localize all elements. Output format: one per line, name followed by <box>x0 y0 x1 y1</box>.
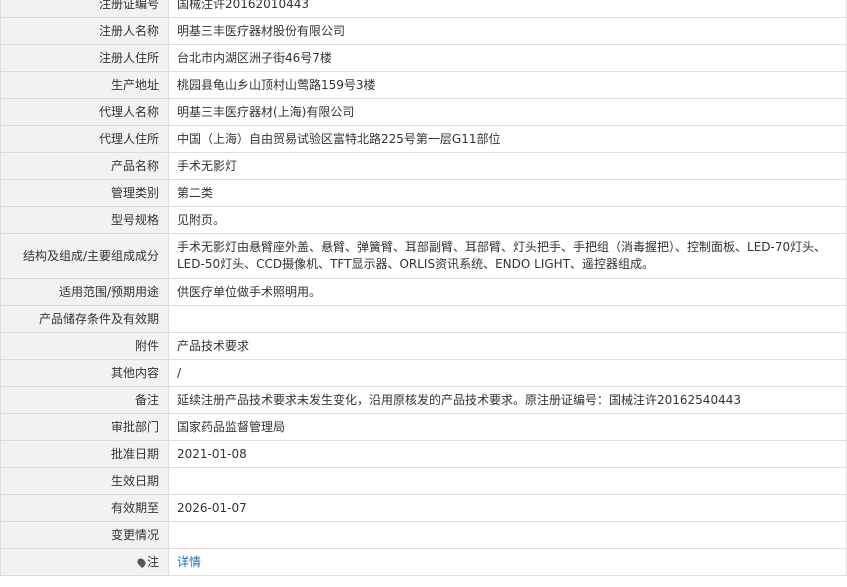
row-value-registrant-name: 明基三丰医疗器材股份有限公司 <box>168 17 847 45</box>
row-value-approval-date: 2021-01-08 <box>168 440 847 468</box>
table-row: 注册证编号 国械注许20162010443 <box>0 0 847 18</box>
row-label-registrant-address: 注册人住所 <box>0 44 169 72</box>
row-label-attachment: 附件 <box>0 332 169 360</box>
row-value-valid-until: 2026-01-07 <box>168 494 847 522</box>
row-label-product-name: 产品名称 <box>0 152 169 180</box>
table-row: 管理类别 第二类 <box>0 179 847 207</box>
row-label-agent-name: 代理人名称 <box>0 98 169 126</box>
row-value-attachment: 产品技术要求 <box>168 332 847 360</box>
table-row: 产品名称 手术无影灯 <box>0 152 847 180</box>
row-label-valid-until: 有效期至 <box>0 494 169 522</box>
table-row: 适用范围/预期用途 供医疗单位做手术照明用。 <box>0 278 847 306</box>
row-value-management-category: 第二类 <box>168 179 847 207</box>
note-label-cell: 注 <box>0 548 169 576</box>
table-row: 注册人名称 明基三丰医疗器材股份有限公司 <box>0 17 847 45</box>
table-row: 其他内容 / <box>0 359 847 387</box>
row-value-production-address: 桃园县龟山乡山顶村山莺路159号3楼 <box>168 71 847 99</box>
table-row: 有效期至 2026-01-07 <box>0 494 847 522</box>
row-label-remarks: 备注 <box>0 386 169 414</box>
table-row: 型号规格 见附页。 <box>0 206 847 234</box>
row-value-storage-validity <box>168 305 847 333</box>
row-label-structure-composition: 结构及组成/主要组成成分 <box>0 233 169 279</box>
row-value-effective-date <box>168 467 847 495</box>
row-label-intended-use: 适用范围/预期用途 <box>0 278 169 306</box>
table-row: 审批部门 国家药品监督管理局 <box>0 413 847 441</box>
row-value-registrant-address: 台北市内湖区洲子街46号7楼 <box>168 44 847 72</box>
row-label-production-address: 生产地址 <box>0 71 169 99</box>
table-row-note: 注 详情 <box>0 548 847 576</box>
table-row: 生产地址 桃园县龟山乡山顶村山莺路159号3楼 <box>0 71 847 99</box>
registration-detail-table: 注册证编号 国械注许20162010443 注册人名称 明基三丰医疗器材股份有限… <box>0 0 847 576</box>
row-label-effective-date: 生效日期 <box>0 467 169 495</box>
table-row: 变更情况 <box>0 521 847 549</box>
row-value-approval-department: 国家药品监督管理局 <box>168 413 847 441</box>
row-value-agent-address: 中国（上海）自由贸易试验区富特北路225号第一层G11部位 <box>168 125 847 153</box>
row-label-agent-address: 代理人住所 <box>0 125 169 153</box>
row-label-other-content: 其他内容 <box>0 359 169 387</box>
table-row: 代理人住所 中国（上海）自由贸易试验区富特北路225号第一层G11部位 <box>0 125 847 153</box>
row-value-model-spec: 见附页。 <box>168 206 847 234</box>
row-label-change-status: 变更情况 <box>0 521 169 549</box>
table-row: 附件 产品技术要求 <box>0 332 847 360</box>
table-row: 结构及组成/主要组成成分 手术无影灯由悬臂座外盖、悬臂、弹簧臂、耳部副臂、耳部臂… <box>0 233 847 279</box>
row-label-approval-date: 批准日期 <box>0 440 169 468</box>
note-label: 注 <box>146 554 159 569</box>
details-link[interactable]: 详情 <box>177 555 201 569</box>
row-value-intended-use: 供医疗单位做手术照明用。 <box>168 278 847 306</box>
row-value-change-status <box>168 521 847 549</box>
map-marker-icon <box>135 556 148 568</box>
row-label-model-spec: 型号规格 <box>0 206 169 234</box>
row-value-agent-name: 明基三丰医疗器材(上海)有限公司 <box>168 98 847 126</box>
row-value-remarks: 延续注册产品技术要求未发生变化，沿用原核发的产品技术要求。原注册证编号：国械注许… <box>168 386 847 414</box>
table-row: 产品储存条件及有效期 <box>0 305 847 333</box>
note-value-cell: 详情 <box>168 548 847 576</box>
row-value-registration-number: 国械注许20162010443 <box>168 0 847 18</box>
row-label-registrant-name: 注册人名称 <box>0 17 169 45</box>
row-label-approval-department: 审批部门 <box>0 413 169 441</box>
row-label-registration-number: 注册证编号 <box>0 0 169 18</box>
table-row: 代理人名称 明基三丰医疗器材(上海)有限公司 <box>0 98 847 126</box>
row-label-management-category: 管理类别 <box>0 179 169 207</box>
table-row: 生效日期 <box>0 467 847 495</box>
row-value-other-content: / <box>168 359 847 387</box>
row-label-storage-validity: 产品储存条件及有效期 <box>0 305 169 333</box>
row-value-product-name: 手术无影灯 <box>168 152 847 180</box>
table-row: 批准日期 2021-01-08 <box>0 440 847 468</box>
table-row: 注册人住所 台北市内湖区洲子街46号7楼 <box>0 44 847 72</box>
table-row: 备注 延续注册产品技术要求未发生变化，沿用原核发的产品技术要求。原注册证编号：国… <box>0 386 847 414</box>
row-value-structure-composition: 手术无影灯由悬臂座外盖、悬臂、弹簧臂、耳部副臂、耳部臂、灯头把手、手把组（消毒握… <box>168 233 847 279</box>
